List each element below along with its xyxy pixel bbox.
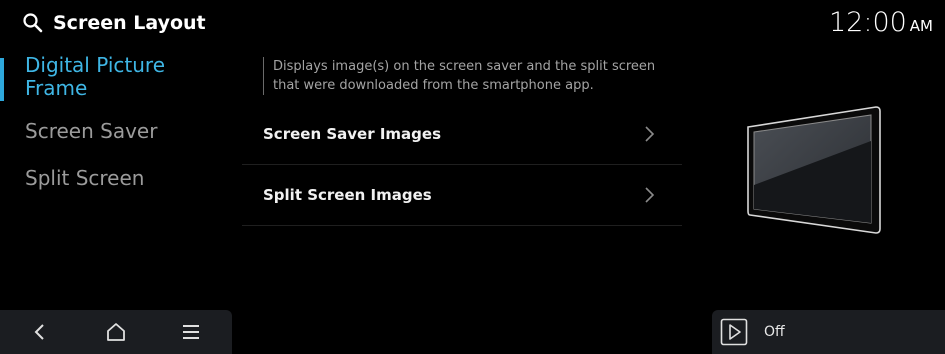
header-bar: Screen Layout 12:00 AM — [0, 0, 945, 46]
settings-list: Screen Saver Images Split Screen Images — [242, 104, 682, 226]
clock: 12:00 AM — [829, 6, 933, 43]
list-item-label: Screen Saver Images — [263, 125, 442, 143]
screen-saver-images-row[interactable]: Screen Saver Images — [242, 104, 682, 165]
navigation-bar — [0, 310, 232, 354]
media-status-text: Off — [764, 324, 785, 340]
menu-icon[interactable] — [179, 320, 203, 344]
clock-time: 12:00 — [828, 7, 907, 38]
display-screen-icon — [744, 105, 884, 237]
sidebar-item-split-screen[interactable]: Split Screen — [0, 167, 230, 190]
description-text: Displays image(s) on the screen saver an… — [263, 57, 683, 95]
chevron-right-icon — [642, 125, 656, 143]
back-icon[interactable] — [28, 320, 52, 344]
media-bar: Off — [712, 310, 945, 354]
sidebar-item-digital-picture-frame[interactable]: Digital Picture Frame — [0, 54, 195, 101]
list-item-label: Split Screen Images — [263, 186, 432, 204]
sidebar: Digital Picture Frame Screen Saver Split… — [0, 52, 230, 190]
chevron-right-icon — [642, 186, 656, 204]
split-screen-images-row[interactable]: Split Screen Images — [242, 165, 682, 226]
search-icon[interactable] — [22, 12, 44, 34]
home-icon[interactable] — [104, 320, 128, 344]
sidebar-item-screen-saver[interactable]: Screen Saver — [0, 120, 230, 143]
clock-ampm: AM — [909, 17, 933, 35]
play-icon[interactable] — [720, 318, 748, 346]
page-title: Screen Layout — [53, 12, 206, 34]
